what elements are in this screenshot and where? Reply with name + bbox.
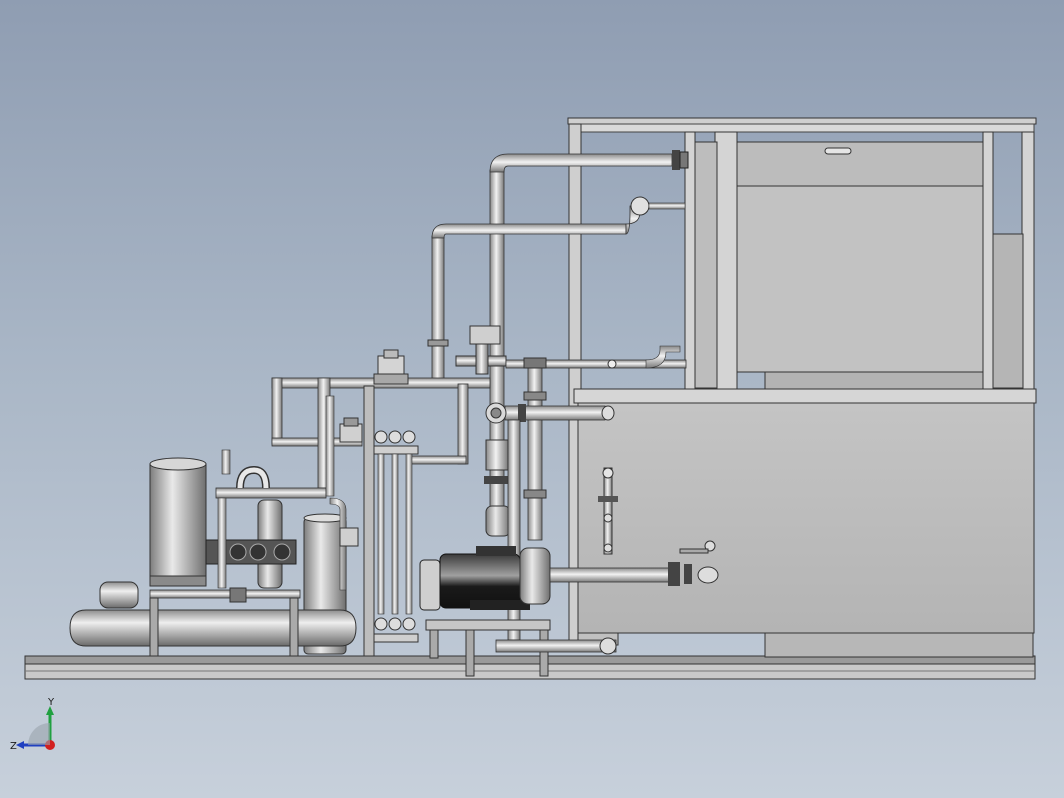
cad-viewport[interactable]: Y Z	[0, 0, 1064, 798]
solenoid-valve[interactable]	[373, 349, 409, 385]
compressor[interactable]	[149, 457, 207, 587]
base-skid[interactable]	[24, 655, 1036, 680]
vertical-pipe-right[interactable]	[523, 357, 547, 541]
expansion-valve[interactable]	[339, 417, 363, 443]
y-axis-label: Y	[47, 698, 55, 708]
tank-lower-panel[interactable]	[577, 402, 1035, 658]
return-header[interactable]	[485, 402, 615, 424]
coordinate-triad: Y Z	[10, 698, 55, 752]
cad-model-3d-view[interactable]	[0, 0, 1064, 798]
pump-motor[interactable]	[419, 546, 530, 611]
z-axis-label: Z	[10, 741, 17, 752]
pipe-line-middle[interactable]	[427, 196, 686, 381]
triad-plane	[28, 723, 50, 745]
flowmeter-panel[interactable]	[363, 385, 419, 657]
